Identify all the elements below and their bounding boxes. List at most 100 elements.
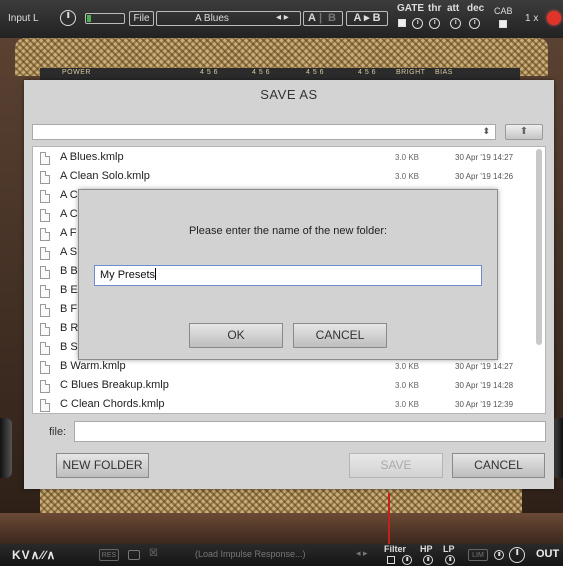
close-icon[interactable]: ☒ bbox=[149, 548, 158, 559]
file-name: A C bbox=[60, 189, 78, 201]
file-name: A Blues.kmlp bbox=[60, 151, 124, 163]
updown-arrows-icon[interactable]: ⬍ bbox=[482, 125, 490, 140]
file-date: 30 Apr '19 14:27 bbox=[455, 362, 514, 371]
lim-knob[interactable] bbox=[494, 550, 504, 560]
file-icon bbox=[40, 361, 50, 374]
output-knob[interactable] bbox=[509, 547, 525, 563]
file-icon bbox=[40, 228, 50, 241]
file-name: B R bbox=[60, 322, 79, 334]
file-list-item[interactable]: A Clean Solo.kmlp 3.0 KB 30 Apr '19 14:26 bbox=[33, 168, 533, 187]
kvasa-logo: KV∧∕∕∧ bbox=[12, 548, 57, 562]
file-name: B S bbox=[60, 341, 78, 353]
input-label: Input L bbox=[8, 13, 39, 24]
file-date: 30 Apr '19 14:28 bbox=[455, 381, 514, 390]
lp-knob[interactable] bbox=[445, 555, 455, 565]
file-name: B B bbox=[60, 265, 78, 277]
file-icon bbox=[40, 285, 50, 298]
file-list-item[interactable]: B Warm.kmlp 3.0 KB 30 Apr '19 14:27 bbox=[33, 358, 533, 377]
file-list-item[interactable]: A Blues.kmlp 3.0 KB 30 Apr '19 14:27 bbox=[33, 149, 533, 168]
gate-knob[interactable] bbox=[412, 18, 423, 29]
file-button[interactable]: File bbox=[129, 11, 154, 26]
zoom-label[interactable]: 1 x bbox=[525, 13, 538, 24]
file-name: B F bbox=[60, 303, 78, 315]
file-date: 30 Apr '19 12:39 bbox=[455, 400, 514, 409]
att-knob[interactable] bbox=[450, 18, 461, 29]
popup-cancel-button[interactable]: CANCEL bbox=[293, 323, 387, 348]
file-date: 30 Apr '19 14:27 bbox=[455, 153, 514, 162]
file-icon bbox=[40, 342, 50, 355]
top-toolbar: Input L File A Blues ◂ ▸ A | B A ▸ B GAT… bbox=[0, 0, 563, 38]
out-label: OUT bbox=[536, 548, 560, 560]
dialog-title: SAVE AS bbox=[260, 87, 318, 102]
bottom-toolbar: KV∧∕∕∧ RES ☒ (Load Impulse Response...) … bbox=[0, 544, 563, 566]
ir-nav-arrows[interactable]: ◂ ▸ bbox=[356, 548, 368, 559]
new-folder-popup: Please enter the name of the new folder:… bbox=[78, 189, 498, 360]
file-icon bbox=[40, 171, 50, 184]
cable-red bbox=[388, 493, 390, 544]
ab-a[interactable]: A bbox=[308, 12, 316, 24]
file-size: 3.0 KB bbox=[395, 153, 420, 162]
ab-switch[interactable]: A | B bbox=[303, 11, 343, 26]
folder-name-value: My Presets bbox=[100, 269, 156, 281]
ab-separator: | bbox=[319, 12, 323, 24]
gate-toggle[interactable] bbox=[398, 19, 406, 27]
save-button[interactable]: SAVE bbox=[349, 453, 443, 478]
file-name: A C bbox=[60, 208, 78, 220]
file-icon bbox=[40, 380, 50, 393]
gate-att-label: att bbox=[447, 3, 460, 14]
hp-knob[interactable] bbox=[423, 555, 433, 565]
dec-knob[interactable] bbox=[469, 18, 480, 29]
ok-button[interactable]: OK bbox=[189, 323, 283, 348]
file-label: file: bbox=[49, 426, 67, 438]
thr-knob[interactable] bbox=[429, 18, 440, 29]
input-meter bbox=[85, 13, 125, 24]
cable-left bbox=[0, 418, 12, 478]
lim-button[interactable]: LIM bbox=[468, 549, 488, 561]
folder-icon[interactable] bbox=[128, 550, 140, 560]
file-name: A Clean Solo.kmlp bbox=[60, 170, 150, 182]
parent-folder-button[interactable]: ⬆ bbox=[505, 124, 543, 140]
cab-toggle[interactable] bbox=[499, 20, 507, 28]
text-caret bbox=[155, 268, 157, 280]
file-date: 30 Apr '19 14:26 bbox=[455, 172, 514, 181]
folder-name-input[interactable]: My Presets bbox=[94, 265, 482, 286]
impulse-response-field[interactable]: (Load Impulse Response...) bbox=[195, 549, 306, 559]
up-arrow-icon: ⬆ bbox=[519, 126, 529, 137]
preset-selector[interactable]: A Blues ◂ ▸ bbox=[156, 11, 301, 26]
file-list-scrollbar[interactable] bbox=[536, 149, 542, 345]
file-size: 3.0 KB bbox=[395, 172, 420, 181]
power-icon[interactable] bbox=[547, 11, 561, 25]
file-icon bbox=[40, 209, 50, 222]
preset-name: A Blues bbox=[195, 13, 229, 24]
file-icon bbox=[40, 190, 50, 203]
filter-toggle[interactable] bbox=[387, 556, 395, 564]
cab-label: CAB bbox=[494, 6, 513, 16]
file-name: A S bbox=[60, 246, 78, 258]
lp-label: LP bbox=[443, 544, 455, 554]
preset-nav-arrows[interactable]: ◂ ▸ bbox=[276, 12, 289, 23]
path-selector[interactable]: ⬍ bbox=[32, 124, 496, 140]
file-name: C Clean Chords.kmlp bbox=[60, 398, 165, 410]
input-gain-knob[interactable] bbox=[60, 10, 76, 26]
res-button[interactable]: RES bbox=[99, 549, 119, 561]
file-icon bbox=[40, 304, 50, 317]
file-size: 3.0 KB bbox=[395, 362, 420, 371]
amp-tweed-bottom bbox=[40, 489, 522, 513]
ab-b[interactable]: B bbox=[328, 12, 336, 24]
file-size: 3.0 KB bbox=[395, 400, 420, 409]
hp-label: HP bbox=[420, 544, 433, 554]
filter-knob[interactable] bbox=[402, 555, 412, 565]
gate-dec-label: dec bbox=[467, 3, 485, 14]
file-list-item[interactable]: C Blues Breakup.kmlp 3.0 KB 30 Apr '19 14:… bbox=[33, 377, 533, 396]
file-name: B Warm.kmlp bbox=[60, 360, 126, 372]
file-icon bbox=[40, 247, 50, 260]
amp-control-panel: POWER 4 5 6 4 5 6 4 5 6 4 5 6 BRIGHT BIA… bbox=[40, 68, 520, 80]
file-icon bbox=[40, 323, 50, 336]
file-name: A F bbox=[60, 227, 77, 239]
file-name: B E bbox=[60, 284, 78, 296]
copy-a-to-b-button[interactable]: A ▸ B bbox=[346, 11, 388, 26]
new-folder-button[interactable]: NEW FOLDER bbox=[56, 453, 149, 478]
cancel-button[interactable]: CANCEL bbox=[452, 453, 545, 478]
file-list-item[interactable]: C Clean Chords.kmlp 3.0 KB 30 Apr '19 12:3… bbox=[33, 396, 533, 413]
filename-input[interactable] bbox=[74, 421, 546, 442]
